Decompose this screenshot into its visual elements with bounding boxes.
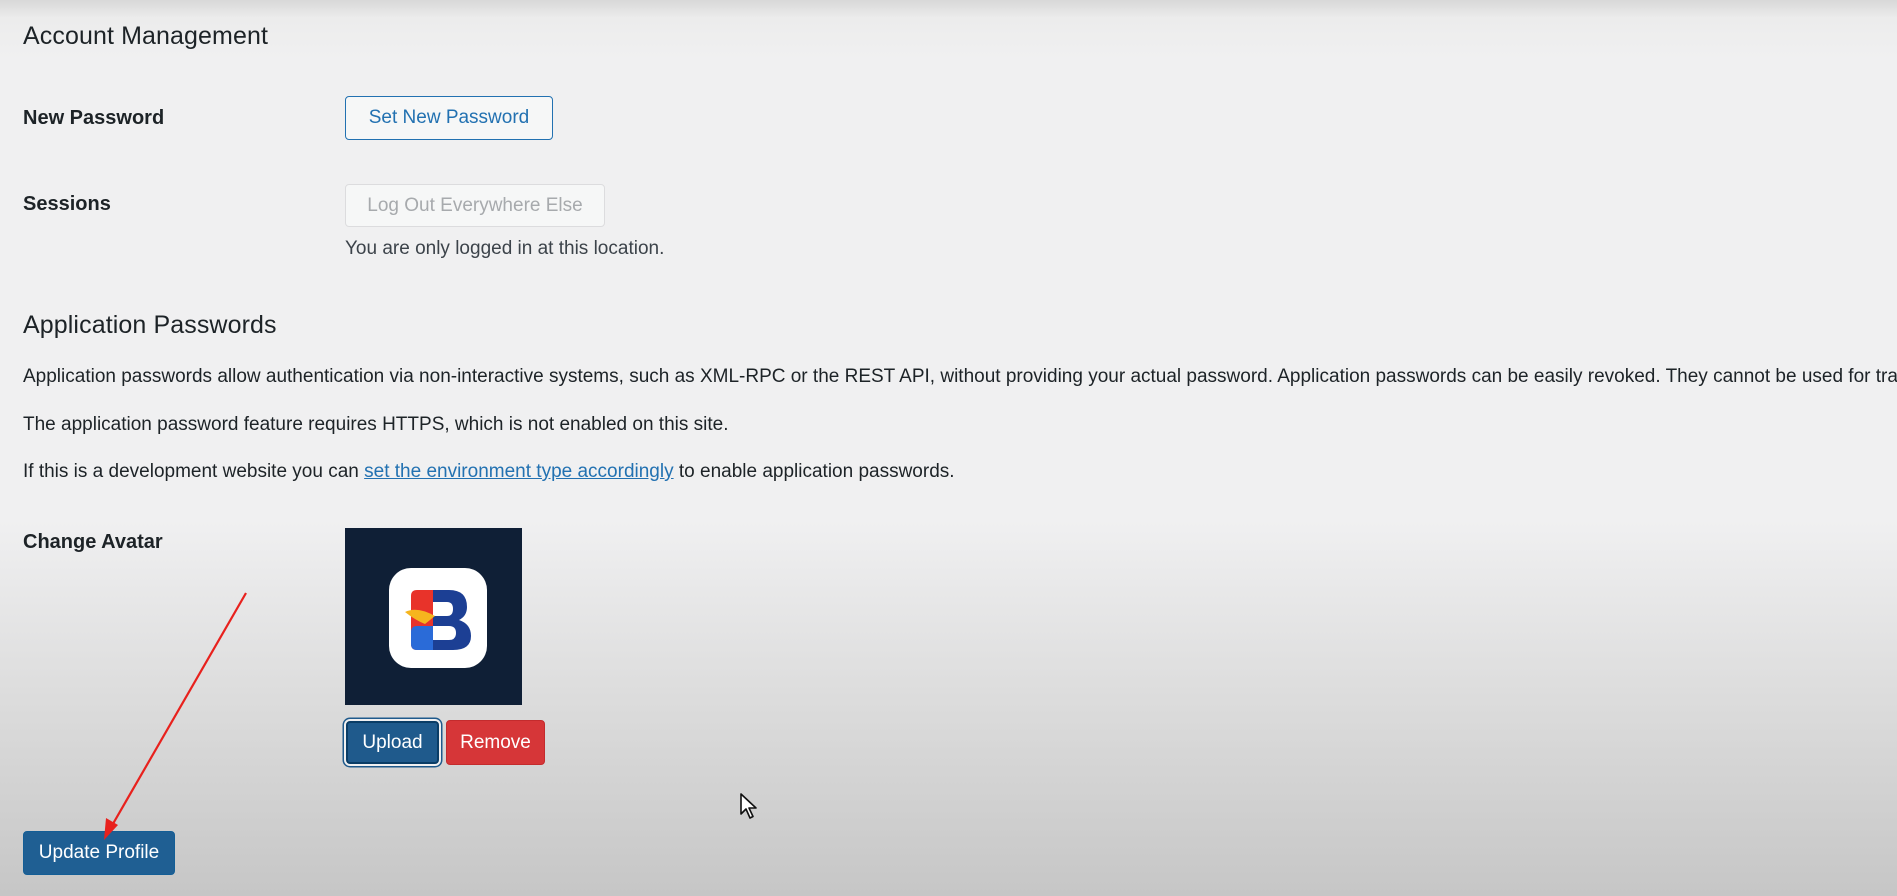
dev-notice-text-before: If this is a development website you can (23, 461, 365, 482)
mouse-pointer-icon (740, 793, 757, 819)
remove-avatar-button[interactable]: Remove (446, 720, 545, 765)
https-notice: The application password feature require… (23, 414, 729, 435)
log-out-everywhere-button: Log Out Everywhere Else (345, 184, 605, 227)
set-new-password-button[interactable]: Set New Password (345, 96, 553, 140)
new-password-label: New Password (23, 107, 165, 129)
application-passwords-intro: Application passwords allow authenticati… (23, 366, 1897, 387)
sessions-label: Sessions (23, 193, 111, 215)
upload-avatar-button[interactable]: Upload (346, 721, 439, 764)
dev-notice: If this is a development website you can… (23, 461, 955, 483)
sessions-description: You are only logged in at this location. (345, 238, 665, 259)
b-logo-icon (389, 568, 487, 668)
environment-type-link[interactable]: set the environment type accordingly (364, 461, 673, 482)
change-avatar-label: Change Avatar (23, 531, 163, 553)
account-management-heading: Account Management (23, 22, 269, 50)
profile-settings: Account Management New Password Set New … (23, 0, 1897, 896)
avatar (345, 528, 522, 705)
application-passwords-heading: Application Passwords (23, 311, 277, 339)
update-profile-button[interactable]: Update Profile (23, 831, 175, 875)
dev-notice-text-after: to enable application passwords. (673, 461, 955, 482)
